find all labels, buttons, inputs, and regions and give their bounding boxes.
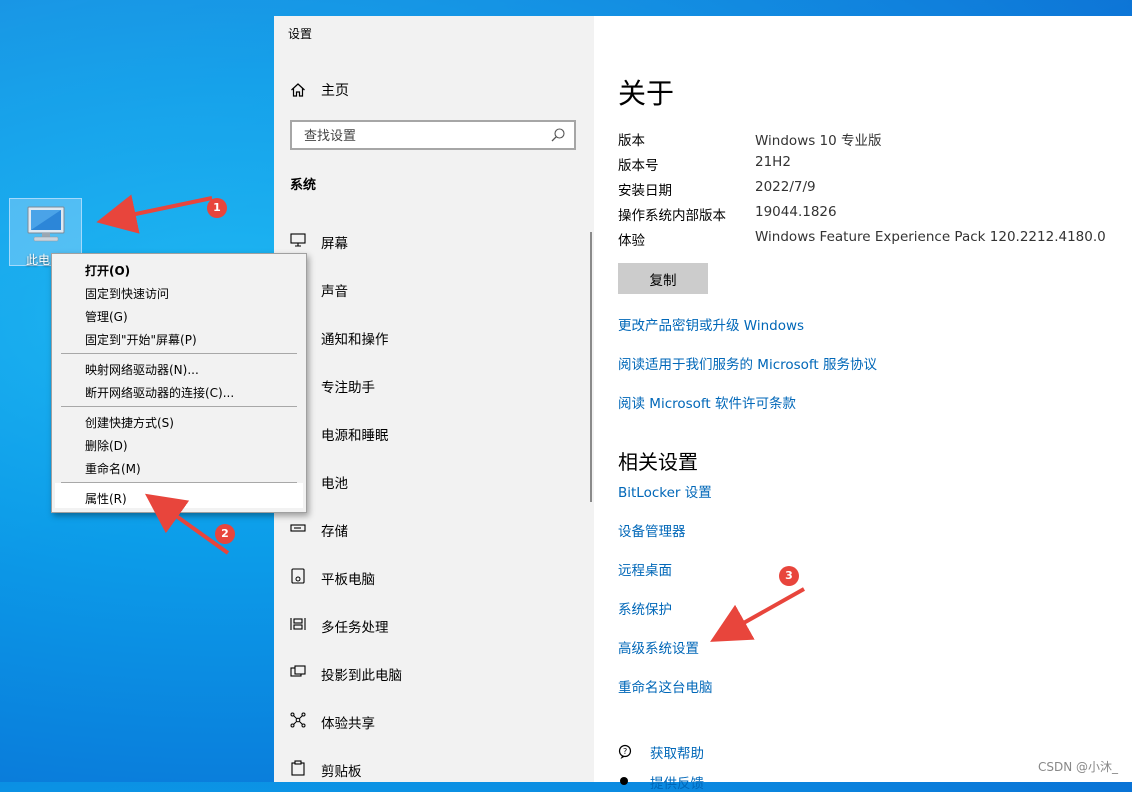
annotation-arrow-1 [96, 194, 213, 234]
annotation-arrow-3 [710, 587, 805, 642]
annotation-badge-2: 2 [215, 524, 235, 544]
annotation-arrows [96, 194, 805, 642]
annotation-badge-1: 1 [207, 198, 227, 218]
annotation-badge-3: 3 [779, 566, 799, 586]
watermark: CSDN @小沐_ [1037, 760, 1118, 774]
